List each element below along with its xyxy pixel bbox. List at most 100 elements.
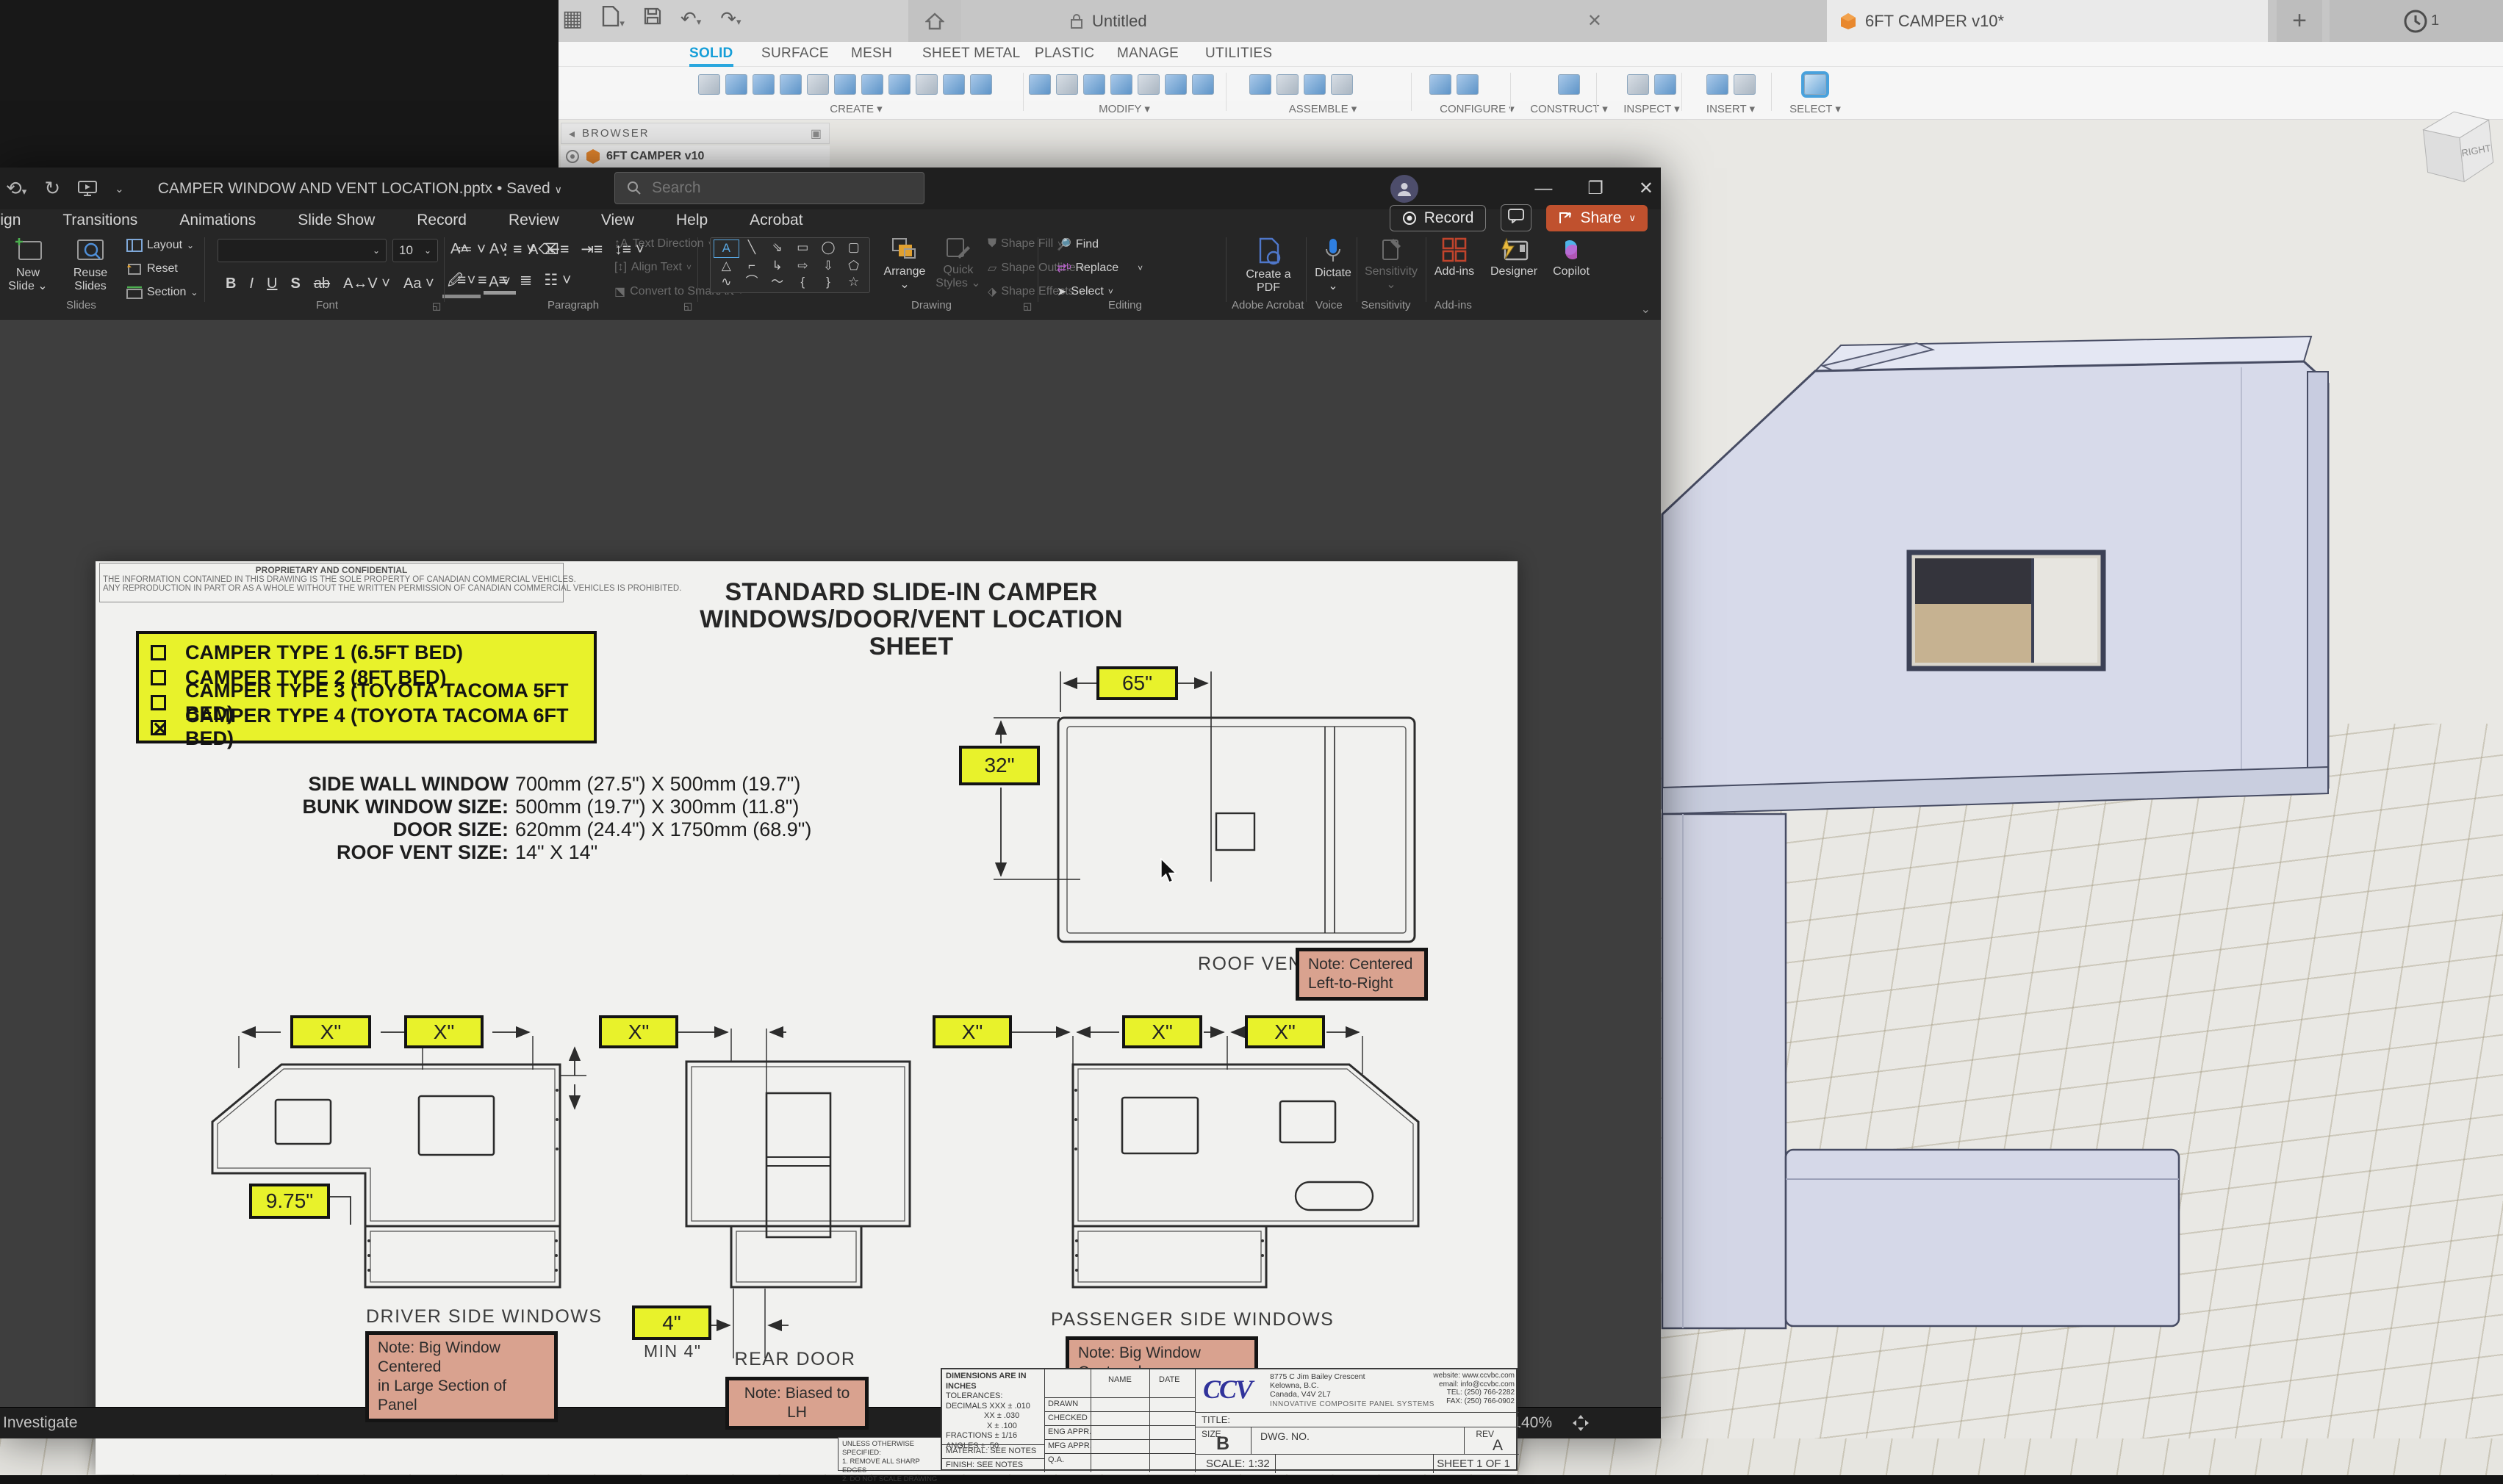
browser-root-row[interactable]: 6FT CAMPER v10 (561, 145, 830, 168)
font-size-combo[interactable]: 10⌄ (392, 239, 438, 262)
elbow-arrow-shape-icon[interactable]: ↳ (764, 258, 790, 275)
group-modify[interactable]: MODIFY ▾ (1029, 70, 1220, 117)
reset-button[interactable]: Reset (126, 262, 178, 275)
save-icon[interactable] (644, 7, 661, 30)
find-button[interactable]: 🔎 Find (1057, 237, 1099, 252)
align-text-button[interactable]: [↕] Align Text ˅ (614, 261, 692, 274)
layout-button[interactable]: Layout ⌄ (126, 239, 194, 252)
columns-icon[interactable]: ☷ ˅ (544, 271, 571, 289)
align-left-icon[interactable]: ≡ (457, 272, 466, 289)
menu-animations[interactable]: Animations (179, 212, 256, 229)
create-pdf-button[interactable]: Create a PDF (1236, 237, 1301, 295)
app-grid-icon[interactable]: ▦ (562, 6, 583, 32)
group-assemble[interactable]: ASSEMBLE ▾ (1249, 70, 1396, 117)
menu-help[interactable]: Help (676, 212, 708, 229)
accessibility-status[interactable]: Investigate (3, 1414, 78, 1432)
sensitivity-button[interactable]: Sensitivity ⌄ (1361, 237, 1421, 292)
tab-plastic[interactable]: PLASTIC (1035, 42, 1094, 67)
tab-manage[interactable]: MANAGE (1117, 42, 1179, 67)
redo-icon[interactable]: ↻ (44, 177, 60, 200)
account-avatar[interactable] (1390, 175, 1418, 203)
slide[interactable]: PROPRIETARY AND CONFIDENTIAL THE INFORMA… (96, 561, 1518, 1474)
group-insert[interactable]: INSERT ▾ (1694, 70, 1767, 117)
star-shape-icon[interactable]: ☆ (841, 274, 866, 291)
roof-note[interactable]: Note: CenteredLeft-to-Right (1296, 948, 1428, 1001)
bullets-icon[interactable]: ≔ ˅ (457, 240, 486, 259)
arrow-shape-icon[interactable]: ⇘ (764, 239, 790, 258)
callout-shape-icon[interactable]: ⬠ (841, 258, 866, 275)
collapse-ribbon-icon[interactable]: ⌄ (1641, 302, 1651, 317)
select-button[interactable]: ➤ Select ˅ (1057, 284, 1113, 299)
new-tab-icon[interactable]: + (2277, 0, 2322, 42)
rectangle-shape-icon[interactable]: ▭ (790, 239, 816, 258)
dictate-button[interactable]: Dictate⌄ (1312, 237, 1354, 293)
shape-fill-button[interactable]: ⛊ Shape Fill ˅ (988, 237, 1063, 251)
group-select[interactable]: SELECT ▾ (1782, 70, 1848, 117)
tab-utilities[interactable]: UTILITIES (1205, 42, 1272, 67)
justify-icon[interactable]: ≣ (520, 271, 533, 289)
save-status[interactable]: Saved (506, 180, 550, 197)
font-dialog-launcher-icon[interactable]: ◱ (432, 300, 441, 312)
tab-solid[interactable]: SOLID (689, 42, 733, 67)
menu-transitions[interactable]: Transitions (62, 212, 137, 229)
group-construct[interactable]: CONSTRUCT ▾ (1529, 70, 1609, 117)
home-view-icon[interactable] (908, 0, 961, 42)
viewcube[interactable]: RIGHT (2415, 101, 2500, 204)
drawing-dialog-launcher-icon[interactable]: ◱ (1023, 300, 1032, 312)
dim-label-x6[interactable]: X" (1245, 1015, 1325, 1048)
align-center-icon[interactable]: ≡ (478, 272, 486, 289)
dim-label-x2[interactable]: X" (404, 1015, 484, 1048)
minimize-icon[interactable]: — (1534, 179, 1552, 199)
oval-shape-icon[interactable]: ◯ (816, 239, 841, 258)
change-case-icon[interactable]: Aa ˅ (398, 275, 439, 292)
shapes-gallery[interactable]: A ╲⇘ ▭◯▢ △⌐↳ ⇨⇩⬠ ∿⌒〜 {}☆ (710, 237, 870, 293)
menu-record[interactable]: Record (417, 212, 467, 229)
italic-icon[interactable]: I (244, 275, 259, 292)
dim-label-x4[interactable]: X" (933, 1015, 1012, 1048)
align-right-icon[interactable]: ≡ (499, 272, 508, 289)
triangle-shape-icon[interactable]: △ (714, 258, 739, 275)
numbering-icon[interactable]: ⋮≡ ˅ (498, 240, 535, 259)
menu-design[interactable]: Design (0, 212, 21, 229)
doc-tab-untitled[interactable]: Untitled ✕ (1057, 0, 1615, 42)
dim-label-32[interactable]: 32" (959, 746, 1040, 785)
tab-surface[interactable]: SURFACE (761, 42, 829, 67)
menu-review[interactable]: Review (509, 212, 559, 229)
line-shape-icon[interactable]: ╲ (739, 239, 765, 258)
doc-tab-active[interactable]: 6FT CAMPER v10* (1827, 0, 2268, 42)
group-create[interactable]: CREATE ▾ (698, 70, 1014, 117)
slide-canvas[interactable]: PROPRIETARY AND CONFIDENTIAL THE INFORMA… (0, 320, 1661, 1407)
restore-icon[interactable]: ❐ (1587, 178, 1604, 199)
shadow-icon[interactable]: S (285, 275, 305, 292)
menu-slide-show[interactable]: Slide Show (298, 212, 375, 229)
panel-dock-icon[interactable]: ▣ (811, 126, 822, 141)
text-direction-button[interactable]: ↕A Text Direction ˅ (614, 237, 714, 251)
replace-button[interactable]: ⇄ᵇ Replace ˅ (1057, 261, 1143, 275)
font-name-combo[interactable]: ⌄ (218, 239, 387, 262)
copilot-button[interactable]: Copilot (1548, 237, 1595, 278)
close-icon[interactable]: ✕ (1639, 178, 1653, 199)
character-spacing-icon[interactable]: A↔V ˅ (338, 275, 395, 292)
elbow-shape-icon[interactable]: ⌐ (739, 258, 765, 275)
close-tab-icon[interactable]: ✕ (1587, 10, 1602, 32)
down-arrow-shape-icon[interactable]: ⇩ (816, 258, 841, 275)
brace-left-shape-icon[interactable]: { (790, 274, 816, 291)
addins-button[interactable]: Add-ins (1432, 237, 1477, 278)
tab-sheet-metal[interactable]: SHEET METAL (922, 42, 1021, 67)
strikethrough-icon[interactable]: ab (309, 275, 335, 292)
fit-to-window-icon[interactable] (1571, 1413, 1590, 1433)
tab-mesh[interactable]: MESH (851, 42, 892, 67)
qat-overflow-icon[interactable]: ⌄ (115, 182, 124, 195)
driver-note[interactable]: Note: Big Window Centeredin Large Sectio… (365, 1331, 558, 1422)
visibility-icon[interactable] (565, 149, 580, 164)
textbox-shape-icon[interactable]: A (714, 239, 739, 258)
dim-label-x3[interactable]: X" (599, 1015, 678, 1048)
brace-right-shape-icon[interactable]: } (816, 274, 841, 291)
dim-label-x1[interactable]: X" (290, 1015, 371, 1048)
wave-shape-icon[interactable]: 〜 (764, 274, 790, 291)
undo-icon[interactable]: ⟲▾ (6, 177, 26, 200)
increase-indent-icon[interactable]: ⇥≡ (581, 240, 603, 259)
designer-button[interactable]: Designer (1486, 237, 1542, 278)
menu-acrobat[interactable]: Acrobat (750, 212, 802, 229)
decrease-indent-icon[interactable]: ⇤≡ (547, 240, 569, 259)
